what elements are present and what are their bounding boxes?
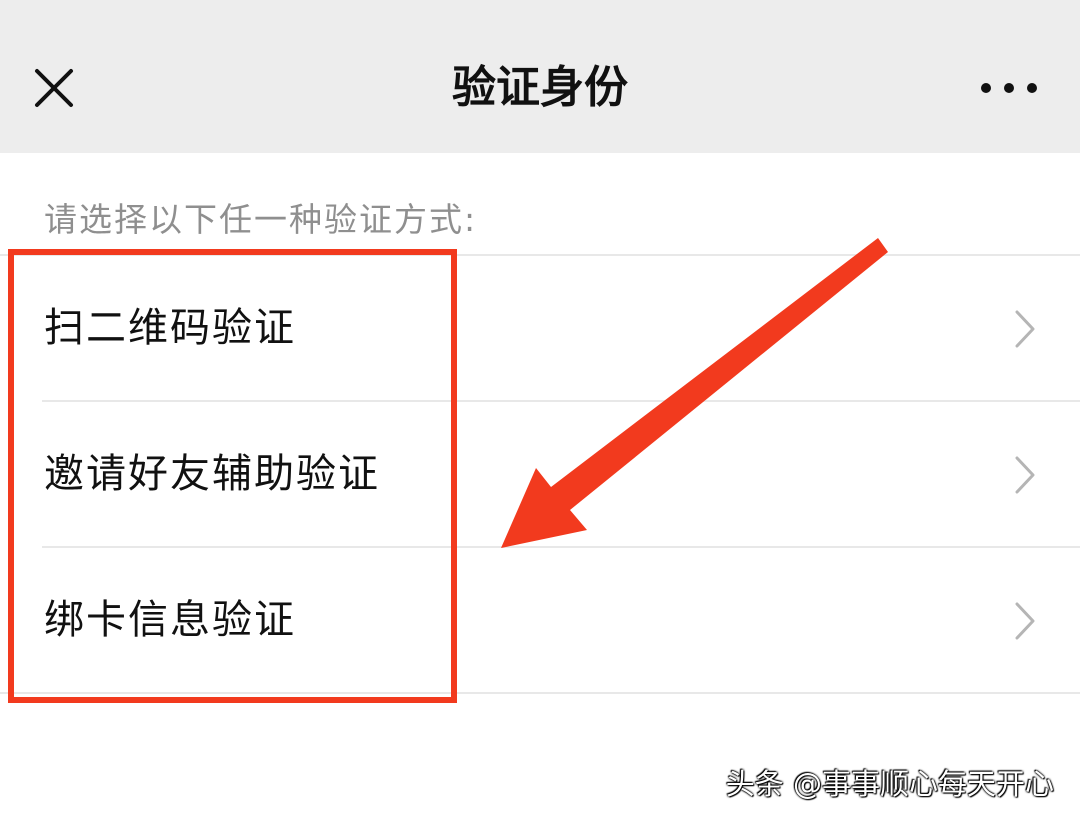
verification-option-list: 扫二维码验证 邀请好友辅助验证 绑卡信息验证: [0, 256, 1080, 694]
option-scan-qr-code[interactable]: 扫二维码验证: [0, 256, 1080, 402]
option-invite-friend[interactable]: 邀请好友辅助验证: [0, 402, 1080, 548]
page-title: 验证身份: [452, 62, 628, 113]
more-dots-icon: [981, 83, 1037, 93]
option-label: 扫二维码验证: [44, 305, 296, 351]
close-button[interactable]: [24, 58, 84, 118]
navbar: 验证身份: [0, 0, 1080, 153]
more-button[interactable]: [974, 68, 1044, 108]
verification-content: 请选择以下任一种验证方式: 扫二维码验证 邀请好友辅助验证 绑卡信息验证: [0, 153, 1080, 820]
verification-prompt: 请选择以下任一种验证方式:: [44, 200, 478, 239]
close-icon: [35, 69, 73, 107]
chevron-right-icon: [1015, 310, 1035, 348]
option-bank-card[interactable]: 绑卡信息验证: [0, 548, 1080, 694]
option-label: 邀请好友辅助验证: [44, 451, 380, 497]
watermark: 头条 @事事顺心每天开心: [725, 767, 1054, 801]
chevron-right-icon: [1015, 456, 1035, 494]
divider: [0, 692, 1080, 694]
chevron-right-icon: [1015, 602, 1035, 640]
option-label: 绑卡信息验证: [44, 597, 296, 643]
